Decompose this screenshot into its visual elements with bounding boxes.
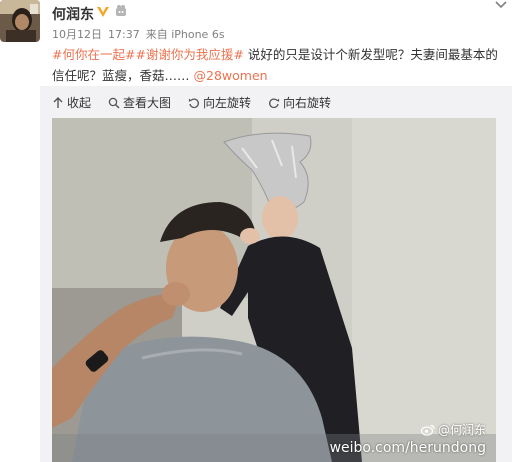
post-source: 来自 iPhone 6s (145, 28, 225, 41)
hashtag-link[interactable]: #谢谢你为我应援# (135, 47, 243, 62)
rotate-right-button[interactable]: 向右旋转 (268, 94, 331, 111)
view-large-label: 查看大图 (123, 96, 172, 110)
author-name[interactable]: 何润东 (52, 4, 94, 24)
post-time[interactable]: 17:37 (108, 28, 140, 41)
post-photo[interactable]: @何润东 weibo.com/herundong (52, 118, 496, 462)
watermark-handle: @何润东 (330, 421, 486, 438)
post-date[interactable]: 10月12日 (52, 28, 102, 41)
watermark-url: weibo.com/herundong (329, 440, 486, 456)
verified-badge-icon (97, 7, 109, 17)
post-text: #何你在一起##谢谢你为我应援# 说好的只是设计个新发型呢？夫妻间最基本的信任呢… (52, 44, 508, 86)
collapse-button[interactable]: 收起 (52, 94, 91, 111)
rotate-right-icon (269, 97, 280, 108)
photo-watermark: @何润东 weibo.com/herundong (330, 421, 486, 456)
view-large-button[interactable]: 查看大图 (108, 94, 171, 111)
rotate-left-label: 向左旋转 (203, 96, 252, 110)
collapse-label: 收起 (67, 96, 92, 110)
watermark-handle-text: @何润东 (437, 423, 486, 437)
media-toolbar: 收起 查看大图 向左旋转 向右旋转 (40, 86, 512, 118)
rotate-right-label: 向右旋转 (283, 96, 332, 110)
mention-link[interactable]: @28women (194, 68, 268, 83)
arrow-up-icon (53, 96, 63, 108)
avatar[interactable] (0, 0, 40, 42)
magnifier-icon (108, 97, 120, 109)
rotate-left-button[interactable]: 向左旋转 (188, 94, 251, 111)
weibo-post: 何润东 10月12日 17:37 来自 iPhone 6s #何你在一起##谢谢你为… (0, 0, 512, 462)
weibo-logo-icon (420, 424, 435, 436)
hashtag-link[interactable]: #何你在一起# (52, 47, 135, 62)
rotate-left-icon (188, 97, 199, 108)
member-icon[interactable] (114, 4, 128, 18)
post-meta: 10月12日 17:37 来自 iPhone 6s (52, 26, 231, 42)
chevron-down-icon[interactable] (494, 0, 508, 10)
photo-image (52, 118, 496, 462)
